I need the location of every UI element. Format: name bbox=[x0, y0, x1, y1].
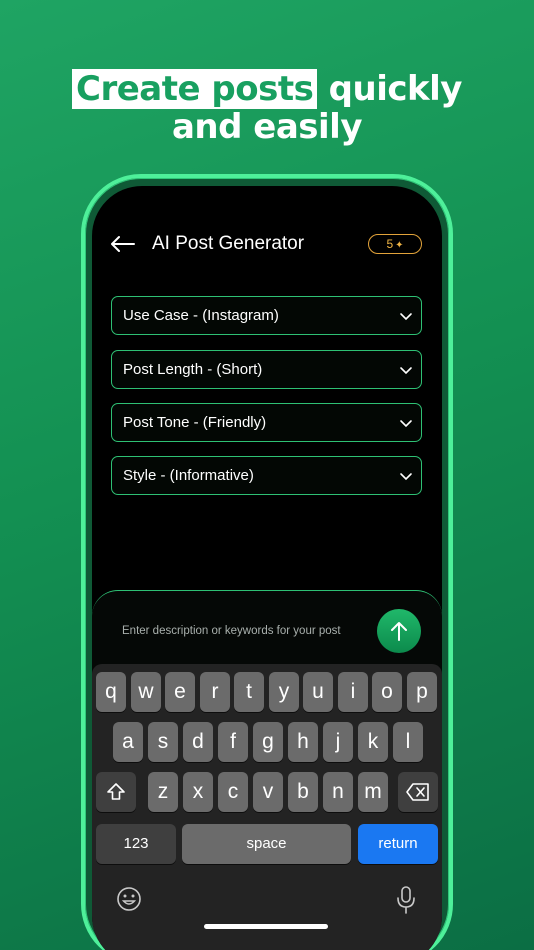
key-b[interactable]: b bbox=[288, 772, 318, 812]
shift-key[interactable] bbox=[96, 772, 136, 812]
emoji-icon[interactable] bbox=[116, 886, 142, 912]
chevron-down-icon bbox=[400, 367, 412, 375]
style-select[interactable]: Style - (Informative) bbox=[111, 456, 422, 495]
delete-key[interactable] bbox=[398, 772, 438, 812]
key-p[interactable]: p bbox=[407, 672, 437, 712]
description-input[interactable]: Enter description or keywords for your p… bbox=[122, 625, 341, 637]
arrow-up-icon bbox=[391, 622, 407, 641]
page-title: AI Post Generator bbox=[152, 233, 305, 254]
use-case-value: Use Case - (Instagram) bbox=[123, 307, 279, 324]
send-button[interactable] bbox=[377, 609, 421, 653]
key-z[interactable]: z bbox=[148, 772, 178, 812]
chevron-down-icon bbox=[400, 473, 412, 481]
key-d[interactable]: d bbox=[183, 722, 213, 762]
headline-line-1: Create posts quickly bbox=[0, 69, 534, 109]
headline-line-2: and easily bbox=[171, 107, 363, 147]
key-k[interactable]: k bbox=[358, 722, 388, 762]
headline: Create posts quickly and easily bbox=[0, 69, 534, 147]
home-indicator bbox=[204, 924, 328, 929]
key-v[interactable]: v bbox=[253, 772, 283, 812]
key-j[interactable]: j bbox=[323, 722, 353, 762]
backspace-icon bbox=[406, 783, 429, 801]
credits-count: 5 bbox=[386, 237, 394, 251]
key-f[interactable]: f bbox=[218, 722, 248, 762]
return-key[interactable]: return bbox=[358, 824, 438, 864]
chevron-down-icon bbox=[400, 313, 412, 321]
use-case-select[interactable]: Use Case - (Instagram) bbox=[111, 296, 422, 335]
credits-badge[interactable]: 5 ✦ bbox=[368, 234, 422, 254]
key-x[interactable]: x bbox=[183, 772, 213, 812]
space-key[interactable]: space bbox=[182, 824, 351, 864]
key-a[interactable]: a bbox=[113, 722, 143, 762]
post-tone-value: Post Tone - (Friendly) bbox=[123, 414, 267, 431]
phone-screen: AI Post Generator 5 ✦ Use Case - (Instagr… bbox=[92, 186, 442, 950]
key-u[interactable]: u bbox=[303, 672, 333, 712]
key-n[interactable]: n bbox=[323, 772, 353, 812]
key-s[interactable]: s bbox=[148, 722, 178, 762]
style-value: Style - (Informative) bbox=[123, 467, 254, 484]
key-g[interactable]: g bbox=[253, 722, 283, 762]
shift-icon bbox=[107, 783, 125, 800]
key-i[interactable]: i bbox=[338, 672, 368, 712]
post-tone-select[interactable]: Post Tone - (Friendly) bbox=[111, 403, 422, 442]
keyboard: q w e r t y u i o p a s d f g h j k l z … bbox=[92, 664, 442, 950]
key-t[interactable]: t bbox=[234, 672, 264, 712]
headline-rest: quickly bbox=[317, 69, 463, 109]
numbers-key[interactable]: 123 bbox=[96, 824, 176, 864]
key-h[interactable]: h bbox=[288, 722, 318, 762]
key-e[interactable]: e bbox=[165, 672, 195, 712]
post-length-value: Post Length - (Short) bbox=[123, 361, 263, 378]
headline-highlight: Create posts bbox=[72, 69, 318, 109]
arrow-left-icon[interactable] bbox=[108, 232, 136, 256]
key-r[interactable]: r bbox=[200, 672, 230, 712]
key-q[interactable]: q bbox=[96, 672, 126, 712]
top-bar: AI Post Generator 5 ✦ bbox=[92, 226, 442, 262]
key-l[interactable]: l bbox=[393, 722, 423, 762]
chevron-down-icon bbox=[400, 420, 412, 428]
microphone-icon[interactable] bbox=[396, 886, 416, 914]
key-m[interactable]: m bbox=[358, 772, 388, 812]
sparkle-icon: ✦ bbox=[395, 240, 404, 251]
key-c[interactable]: c bbox=[218, 772, 248, 812]
key-w[interactable]: w bbox=[131, 672, 161, 712]
key-o[interactable]: o bbox=[372, 672, 402, 712]
post-length-select[interactable]: Post Length - (Short) bbox=[111, 350, 422, 389]
key-y[interactable]: y bbox=[269, 672, 299, 712]
